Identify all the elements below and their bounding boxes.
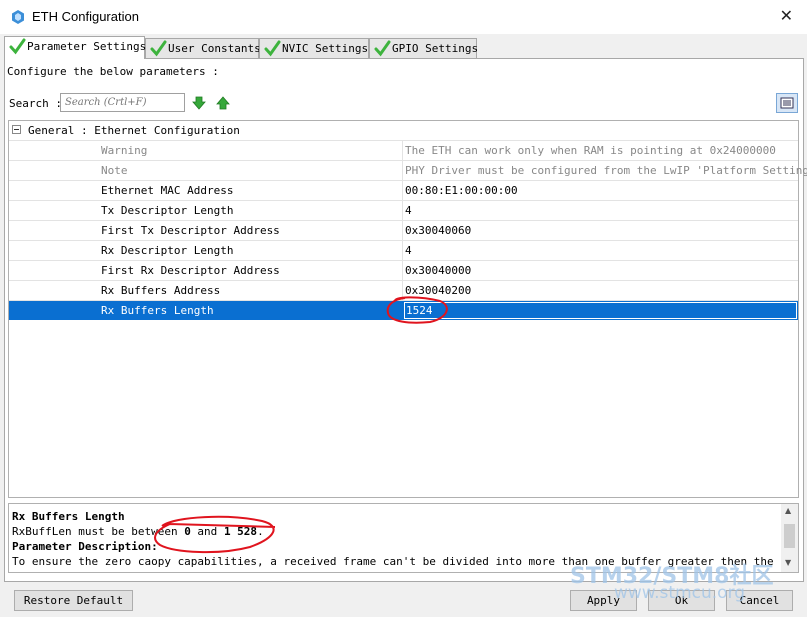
tab-gpio-settings[interactable]: GPIO Settings: [369, 38, 479, 58]
param-name: Warning: [101, 144, 148, 157]
param-name: Rx Buffers Length: [101, 304, 214, 317]
check-icon: [150, 40, 167, 57]
search-label: Search :: [9, 97, 62, 110]
param-name: First Rx Descriptor Address: [101, 264, 280, 277]
table-row[interactable]: Note PHY Driver must be configured from …: [9, 160, 807, 180]
watermark-url: www.stmcu.org: [614, 583, 746, 603]
table-row[interactable]: First Rx Descriptor Address 0x30040000: [9, 260, 798, 280]
check-icon: [374, 40, 391, 57]
tab-label: NVIC Settings: [282, 42, 369, 55]
check-icon: [264, 40, 281, 57]
scroll-thumb[interactable]: [784, 524, 795, 548]
group-row[interactable]: General : Ethernet Configuration: [9, 121, 798, 140]
scroll-down-icon[interactable]: ▼: [785, 558, 791, 567]
description-scrollbar[interactable]: ▲ ▼: [781, 504, 798, 572]
table-row[interactable]: Ethernet MAC Address 00:80:E1:00:00:00: [9, 180, 798, 200]
table-row-selected[interactable]: Rx Buffers Length 1524: [9, 300, 798, 320]
table-row[interactable]: Warning The ETH can work only when RAM i…: [9, 140, 798, 160]
param-value[interactable]: 0x30040200: [405, 284, 471, 297]
arrow-down-icon[interactable]: [192, 96, 206, 110]
param-description-heading: Parameter Description:: [12, 540, 158, 553]
description-title: Rx Buffers Length: [12, 510, 125, 523]
search-input[interactable]: [60, 93, 185, 112]
window-title: ETH Configuration: [32, 9, 139, 24]
table-row[interactable]: Tx Descriptor Length 4: [9, 200, 798, 220]
param-name: Tx Descriptor Length: [101, 204, 234, 217]
list-view-button[interactable]: [776, 93, 798, 113]
description-constraint: RxBuffLen must be between 0 and 1 528.: [12, 525, 264, 538]
list-icon: [780, 97, 794, 109]
param-value[interactable]: 4: [405, 204, 412, 217]
check-icon: [9, 38, 26, 55]
close-icon[interactable]: ✕: [780, 6, 793, 25]
param-value[interactable]: 0x30040060: [405, 224, 471, 237]
cube-icon: [12, 10, 24, 24]
param-name: First Tx Descriptor Address: [101, 224, 280, 237]
param-value[interactable]: 0x30040000: [405, 264, 471, 277]
param-value: The ETH can work only when RAM is pointi…: [405, 144, 776, 157]
restore-default-button[interactable]: Restore Default: [14, 590, 133, 611]
param-name: Note: [101, 164, 128, 177]
table-row[interactable]: Rx Descriptor Length 4: [9, 240, 798, 260]
title-bar: ETH Configuration ✕: [0, 0, 807, 34]
param-value[interactable]: 00:80:E1:00:00:00: [405, 184, 518, 197]
tab-label: GPIO Settings: [392, 42, 479, 55]
param-value: PHY Driver must be configured from the L…: [405, 164, 807, 177]
table-row[interactable]: Rx Buffers Address 0x30040200: [9, 280, 798, 300]
tab-nvic-settings[interactable]: NVIC Settings: [259, 38, 369, 58]
tab-label: Parameter Settings: [27, 40, 147, 53]
configure-label: Configure the below parameters :: [7, 65, 219, 78]
param-value[interactable]: 4: [405, 244, 412, 257]
group-label: General : Ethernet Configuration: [28, 124, 240, 137]
param-value-input[interactable]: 1524: [406, 304, 433, 317]
param-name: Rx Buffers Address: [101, 284, 221, 297]
scroll-up-icon[interactable]: ▲: [785, 506, 791, 515]
param-name: Ethernet MAC Address: [101, 184, 234, 197]
tab-label: User Constants: [168, 42, 261, 55]
tab-parameter-settings[interactable]: Parameter Settings: [4, 36, 147, 59]
value-edit-box[interactable]: [404, 302, 797, 319]
parameter-grid: General : Ethernet Configuration Warning…: [8, 120, 807, 498]
arrow-up-icon[interactable]: [216, 96, 230, 110]
table-row[interactable]: First Tx Descriptor Address 0x30040060: [9, 220, 798, 240]
tab-user-constants[interactable]: User Constants: [145, 38, 261, 58]
param-name: Rx Descriptor Length: [101, 244, 234, 257]
collapse-icon[interactable]: [12, 125, 21, 134]
